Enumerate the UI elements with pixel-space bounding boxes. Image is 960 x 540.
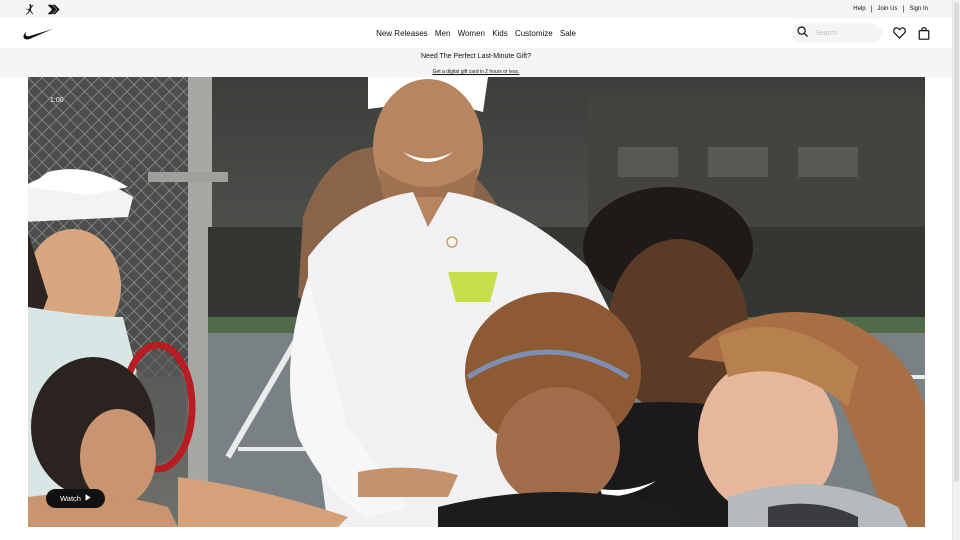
main-navigation: New Releases Men Women Kids Customize Sa… [0,18,952,48]
hero-image [28,77,925,527]
play-icon [85,494,91,503]
converse-chevron-icon[interactable] [47,4,60,15]
nav-men[interactable]: Men [431,29,454,38]
jordan-jumpman-icon[interactable] [24,3,35,15]
promo-title: Need The Perfect Last-Minute Gift? [421,53,531,60]
search-input[interactable] [815,29,875,37]
nav-women[interactable]: Women [454,29,489,38]
watch-button[interactable]: Watch [46,489,105,508]
sign-in-link[interactable]: Sign In [904,6,928,12]
search-box[interactable] [792,23,882,43]
promo-banner: Need The Perfect Last-Minute Gift? Get a… [0,48,952,77]
nav-kids[interactable]: Kids [489,29,512,38]
nav-new-releases[interactable]: New Releases [372,29,431,38]
utility-links: Help | Join Us | Sign In [848,6,928,13]
watch-label: Watch [60,494,81,503]
page-scrollbar[interactable] [952,0,960,540]
hero-video[interactable]: 1:00 Watch [28,77,925,527]
brand-icons [24,3,60,15]
join-us-link[interactable]: Join Us [872,6,902,12]
search-icon[interactable] [797,24,808,42]
utility-bar: Help | Join Us | Sign In [0,0,952,18]
promo-link[interactable]: Get a digital gift card in 2 hours or le… [433,69,520,75]
heart-icon[interactable] [891,25,907,41]
help-link[interactable]: Help [848,6,870,12]
scrollbar-thumb[interactable] [954,2,959,482]
video-timestamp: 1:00 [50,97,64,104]
shopping-bag-icon[interactable] [916,25,932,41]
nav-customize[interactable]: Customize [511,29,556,38]
nike-swoosh-icon[interactable] [23,27,53,45]
nav-actions [792,23,932,43]
nav-sale[interactable]: Sale [556,29,579,38]
